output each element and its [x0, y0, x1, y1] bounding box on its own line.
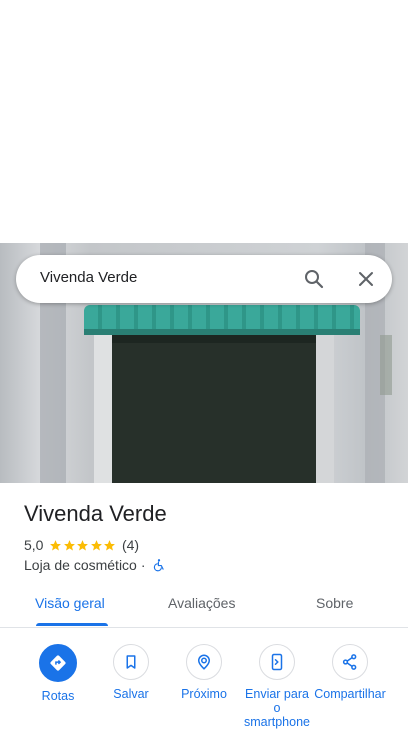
bookmark-icon[interactable]	[113, 644, 149, 680]
star-icon	[64, 539, 75, 550]
place-title: Vivenda Verde	[24, 501, 167, 526]
send-to-phone-button[interactable]: Enviar para o smartphone	[241, 644, 313, 729]
photo-interior	[112, 343, 317, 483]
tab-about[interactable]: Sobre	[316, 595, 353, 611]
directions-label: Rotas	[41, 689, 75, 703]
nearby-icon[interactable]	[186, 644, 222, 680]
review-count[interactable]: (4)	[122, 537, 139, 553]
send-to-phone-icon[interactable]	[259, 644, 295, 680]
rating-value: 5,0	[24, 537, 44, 553]
separator: ·	[140, 557, 146, 573]
nearby-button[interactable]: Próximo	[168, 644, 240, 701]
search-query[interactable]: Vivenda Verde	[40, 269, 137, 286]
place-category: Loja de cosmético	[24, 557, 137, 573]
search-bar[interactable]: Vivenda Verde	[16, 255, 392, 303]
star-icon	[77, 539, 89, 550]
action-buttons: Rotas Salvar Próximo Enviar para o smart…	[0, 644, 408, 729]
share-button[interactable]: Compartilhar	[314, 644, 386, 701]
search-icon[interactable]	[302, 267, 326, 291]
save-button[interactable]: Salvar	[95, 644, 167, 701]
wheelchair-accessible-icon[interactable]	[152, 558, 166, 572]
star-icon	[104, 539, 116, 550]
save-label: Salvar	[113, 687, 149, 701]
share-icon[interactable]	[332, 644, 368, 680]
nearby-label: Próximo	[181, 687, 227, 701]
send-to-phone-label: Enviar para o smartphone	[243, 687, 310, 729]
close-icon[interactable]	[354, 267, 378, 291]
active-tab-indicator	[36, 623, 108, 626]
photo-wall-sign	[380, 335, 392, 395]
map-blank-area	[0, 0, 408, 243]
tab-bar: Visão geral Avaliações Sobre	[0, 585, 408, 627]
tab-overview[interactable]: Visão geral	[35, 595, 105, 611]
photo-door-frame	[316, 335, 334, 483]
directions-icon[interactable]	[39, 644, 77, 682]
photo-door-frame	[94, 335, 112, 483]
divider	[0, 627, 408, 628]
share-label: Compartilhar	[314, 687, 386, 701]
rating-row[interactable]: 5,0 (4)	[24, 536, 139, 554]
category-row: Loja de cosmético ·	[24, 556, 166, 574]
tab-reviews[interactable]: Avaliações	[168, 595, 235, 611]
directions-button[interactable]: Rotas	[22, 644, 94, 703]
photo-awning-edge	[84, 329, 360, 335]
star-rating	[49, 539, 117, 552]
star-icon	[50, 539, 62, 550]
star-icon	[91, 539, 102, 550]
